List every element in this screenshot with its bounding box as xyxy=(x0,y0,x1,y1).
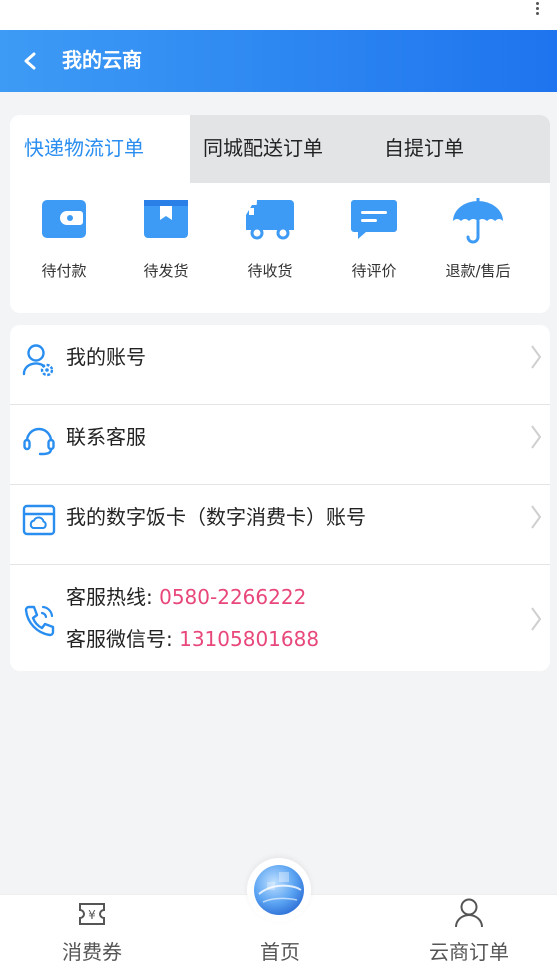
wechat-line: 客服微信号: 13105801688 xyxy=(66,626,319,652)
menu-item-contact-service[interactable]: 联系客服 xyxy=(10,405,550,485)
order-status-label: 待收货 xyxy=(247,262,293,280)
status-bar xyxy=(0,0,557,30)
more-options-icon[interactable] xyxy=(533,2,541,20)
settings-menu: 我的账号 联系客服 我的数字饭卡（数字消费卡）账号 客服热线: 0580-226… xyxy=(10,325,550,671)
order-status-pending-payment[interactable]: 待付款 xyxy=(12,197,116,297)
chevron-right-icon xyxy=(531,505,542,529)
truck-icon xyxy=(246,200,294,240)
tab-label: 云商订单 xyxy=(429,940,509,964)
order-status-label: 退款/售后 xyxy=(445,262,511,280)
wechat-label: 客服微信号: xyxy=(66,627,173,651)
menu-item-digital-meal-card[interactable]: 我的数字饭卡（数字消费卡）账号 xyxy=(10,485,550,565)
order-status-pending-receipt[interactable]: 待收货 xyxy=(218,197,322,297)
tab-label: 消费券 xyxy=(62,940,122,964)
order-status-pending-review[interactable]: 待评价 xyxy=(322,197,426,297)
wallet-icon xyxy=(42,200,86,238)
umbrella-icon xyxy=(453,198,503,244)
card-icon xyxy=(22,504,56,536)
order-status-pending-shipment[interactable]: 待发货 xyxy=(114,197,218,297)
user-settings-icon xyxy=(22,344,54,377)
chevron-right-icon xyxy=(531,345,542,369)
tab-pickup-orders[interactable]: 自提订单 xyxy=(384,135,464,161)
order-tabs: 快递物流订单 同城配送订单 自提订单 xyxy=(10,115,550,183)
hotline-label: 客服热线: xyxy=(66,585,153,609)
chevron-right-icon xyxy=(531,425,542,449)
tab-yunshang-orders[interactable]: 云商订单 xyxy=(410,895,528,968)
menu-label: 我的账号 xyxy=(66,345,146,369)
order-status-refund-aftersales[interactable]: 退款/售后 xyxy=(426,197,530,297)
tab-label: 首页 xyxy=(260,940,300,964)
menu-item-my-account[interactable]: 我的账号 xyxy=(10,325,550,405)
order-status-label: 待评价 xyxy=(351,262,397,280)
phone-icon xyxy=(24,605,55,637)
tab-coupons[interactable]: ¥ 消费券 xyxy=(40,895,144,968)
tab-express-orders[interactable]: 快递物流订单 xyxy=(24,135,144,161)
wechat-id[interactable]: 13105801688 xyxy=(179,627,319,651)
back-arrow-icon[interactable] xyxy=(20,49,42,73)
chevron-right-icon xyxy=(531,607,542,631)
home-button[interactable] xyxy=(247,858,311,922)
coupon-icon: ¥ xyxy=(79,903,105,925)
page-title: 我的云商 xyxy=(62,48,142,72)
order-status-label: 待付款 xyxy=(41,262,87,280)
globe-icon xyxy=(254,865,304,915)
order-status-label: 待发货 xyxy=(143,262,189,280)
hotline-number[interactable]: 0580-2266222 xyxy=(159,585,306,609)
package-icon xyxy=(144,200,188,238)
menu-label: 我的数字饭卡（数字消费卡）账号 xyxy=(66,505,366,529)
page-header: 我的云商 xyxy=(0,30,557,92)
person-icon xyxy=(455,898,483,928)
headset-icon xyxy=(23,427,55,456)
comment-icon xyxy=(351,200,397,239)
menu-item-service-hotline[interactable]: 客服热线: 0580-2266222 客服微信号: 13105801688 xyxy=(10,565,550,671)
menu-label: 联系客服 xyxy=(66,425,146,449)
tab-local-delivery-orders[interactable]: 同城配送订单 xyxy=(203,135,323,161)
orders-card: 快递物流订单 同城配送订单 自提订单 待付款 待发货 待收货 待评价 退款/售后 xyxy=(10,115,550,313)
svg-text:¥: ¥ xyxy=(88,908,96,922)
hotline-line: 客服热线: 0580-2266222 xyxy=(66,584,306,610)
